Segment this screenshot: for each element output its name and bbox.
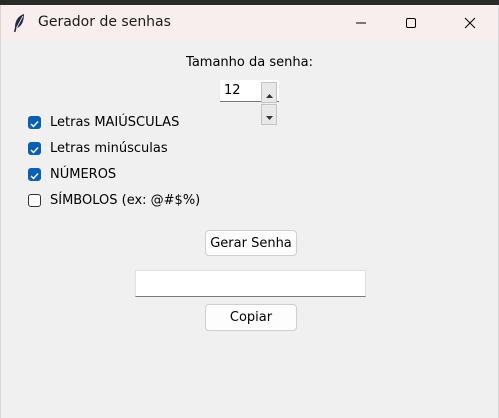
password-length-label: Tamanho da senha: bbox=[186, 55, 313, 70]
option-symbols[interactable]: SÍMBOLOS (ex: @#$%) bbox=[28, 191, 200, 209]
checkmark-icon bbox=[30, 113, 39, 132]
option-numbers[interactable]: NÚMEROS bbox=[28, 165, 116, 183]
option-uppercase[interactable]: Letras MAIÚSCULAS bbox=[28, 113, 179, 131]
spin-arrows bbox=[261, 82, 277, 125]
arrow-up-icon bbox=[265, 83, 273, 102]
numbers-checkbox[interactable] bbox=[28, 165, 41, 184]
uppercase-label: Letras MAIÚSCULAS bbox=[50, 114, 180, 130]
main-content: Tamanho da senha: 12 Letras MAIÚSCULAS L… bbox=[1, 41, 498, 418]
checkmark-icon bbox=[30, 165, 39, 184]
close-icon bbox=[464, 14, 476, 33]
uppercase-checkbox[interactable] bbox=[28, 113, 41, 132]
option-lowercase[interactable]: Letras minúsculas bbox=[28, 139, 168, 157]
increment-button[interactable] bbox=[261, 82, 277, 103]
lowercase-label: Letras minúsculas bbox=[50, 140, 168, 156]
app-window: Gerador de senhas Tamanho da senha: 12 L… bbox=[0, 5, 499, 418]
title-bar[interactable]: Gerador de senhas bbox=[1, 5, 498, 41]
generate-password-button[interactable]: Gerar Senha bbox=[205, 230, 297, 256]
feather-icon bbox=[12, 13, 26, 33]
password-length-spinbox[interactable]: 12 bbox=[220, 80, 279, 125]
minimize-icon bbox=[355, 14, 367, 33]
numbers-label: NÚMEROS bbox=[50, 166, 117, 182]
lowercase-checkbox[interactable] bbox=[28, 139, 41, 158]
minimize-button[interactable] bbox=[338, 5, 384, 41]
copy-button[interactable]: Copiar bbox=[205, 304, 297, 331]
checkmark-icon bbox=[30, 139, 39, 158]
decrement-button[interactable] bbox=[261, 104, 277, 125]
maximize-icon bbox=[405, 14, 417, 33]
symbols-checkbox[interactable] bbox=[28, 193, 41, 207]
password-output-field[interactable] bbox=[135, 270, 366, 297]
arrow-down-icon bbox=[265, 105, 273, 124]
symbols-label: SÍMBOLOS (ex: @#$%) bbox=[50, 192, 201, 208]
close-button[interactable] bbox=[447, 5, 493, 41]
window-title: Gerador de senhas bbox=[38, 14, 171, 30]
password-length-value[interactable]: 12 bbox=[224, 83, 241, 98]
maximize-button[interactable] bbox=[388, 5, 434, 41]
